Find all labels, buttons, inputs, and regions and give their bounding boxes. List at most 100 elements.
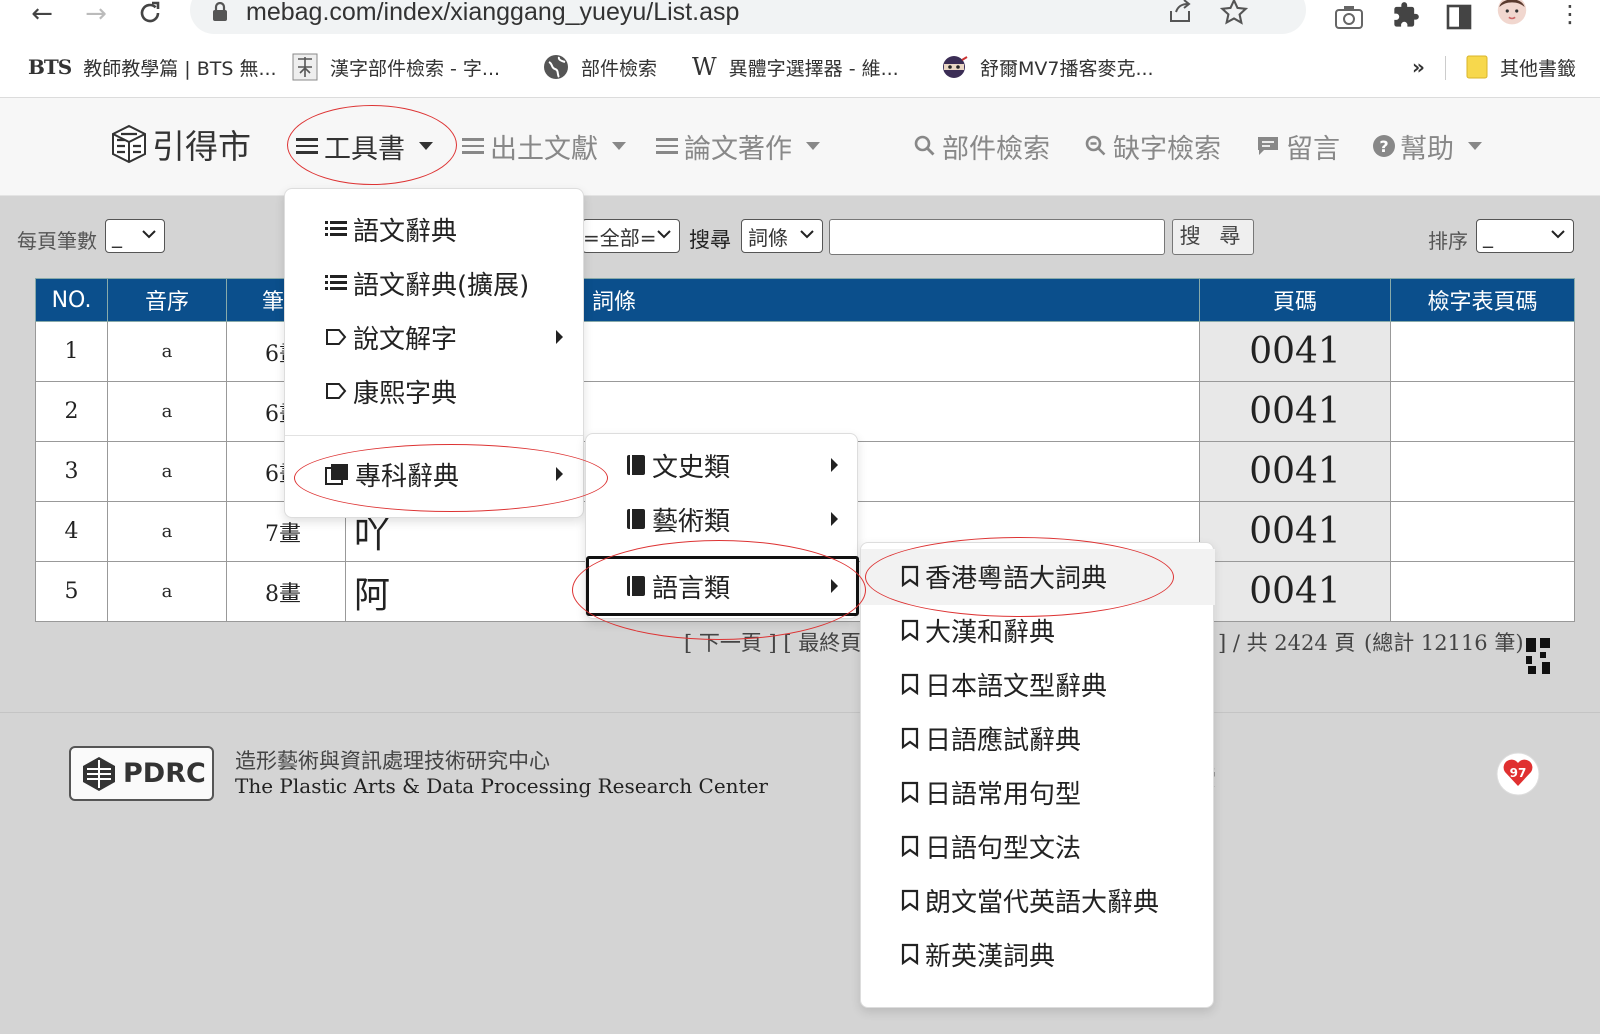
- col-header-index-page[interactable]: 檢字表頁碼: [1390, 278, 1575, 322]
- bts-logo-icon: BTS: [28, 55, 72, 79]
- cell-yinxu: a: [107, 381, 227, 442]
- scope-select[interactable]: =全部=: [582, 219, 680, 253]
- sort-select[interactable]: _: [1476, 219, 1574, 253]
- folder-icon: [1466, 55, 1488, 79]
- menu-item-japanese-common[interactable]: 日語常用句型: [901, 767, 1081, 817]
- book-icon: [627, 455, 645, 475]
- caret-down-icon: [1468, 142, 1482, 150]
- nav-messages[interactable]: 留言: [1256, 126, 1340, 166]
- menu-item-language-dict-ext[interactable]: 語文辭典(擴展): [325, 258, 529, 308]
- nav-papers[interactable]: 論文著作: [656, 126, 820, 166]
- back-button[interactable]: ←: [24, 0, 60, 30]
- sidepanel-icon[interactable]: [1446, 2, 1472, 32]
- menu-item-japanese-exam[interactable]: 日語應試辭典: [901, 713, 1081, 763]
- chrome-menu-button[interactable]: ⋮: [1552, 0, 1588, 30]
- bookmarks-overflow-button[interactable]: »: [1412, 50, 1425, 84]
- bookmark-label: 漢字部件檢索 - 字...: [330, 57, 501, 80]
- nav-help[interactable]: ? 幫助: [1372, 126, 1482, 166]
- menu-item-hk-cantonese-dict[interactable]: 香港粵語大詞典: [901, 551, 1107, 601]
- share-icon[interactable]: [1168, 0, 1194, 24]
- pdrc-logo-text: PDRC: [123, 758, 206, 789]
- bookmark-star-icon[interactable]: [1220, 0, 1248, 26]
- forward-button[interactable]: →: [78, 0, 114, 30]
- svg-text:?: ?: [1379, 137, 1388, 156]
- menu-item-arts[interactable]: 藝術類: [626, 494, 730, 544]
- menu-item-japanese-patterns[interactable]: 日本語文型辭典: [901, 659, 1107, 709]
- col-header-no[interactable]: NO.: [35, 278, 108, 322]
- menu-item-longman[interactable]: 朗文當代英語大辭典: [901, 875, 1159, 925]
- bookmark-wikipedia[interactable]: W 異體字選擇器 - 維...: [692, 50, 899, 84]
- menu-item-label: 大漢和辭典: [925, 617, 1056, 648]
- cell-no: 1: [35, 321, 108, 382]
- bookmark-icon: [901, 781, 919, 803]
- menu-item-label: 日本語文型辭典: [925, 671, 1108, 702]
- nav-excavated-texts[interactable]: 出土文獻: [462, 126, 626, 166]
- per-page-label: 每頁筆數: [17, 229, 97, 253]
- tag-icon: [326, 383, 347, 399]
- site-logo[interactable]: 引得市: [110, 124, 251, 166]
- nav-label: 留言: [1286, 133, 1340, 165]
- per-page-select[interactable]: _: [105, 219, 165, 253]
- col-header-yinxu[interactable]: 音序: [107, 278, 227, 322]
- select-value: 詞條: [748, 225, 788, 250]
- menu-item-label: 日語常用句型: [925, 779, 1082, 810]
- camera-icon[interactable]: [1334, 2, 1364, 32]
- caret-down-icon: [612, 142, 626, 150]
- other-bookmarks-folder[interactable]: 其他書籤: [1466, 50, 1576, 84]
- search-field-select[interactable]: 詞條: [741, 219, 823, 253]
- menu-item-shuowen[interactable]: 說文解字: [325, 312, 457, 362]
- nav-component-search[interactable]: 部件檢索: [914, 126, 1050, 166]
- menu-item-language-dict[interactable]: 語文辭典: [325, 204, 457, 254]
- menu-item-japanese-grammar[interactable]: 日語句型文法: [901, 821, 1081, 871]
- menu-item-label: 專科辭典: [355, 461, 460, 492]
- cell-index-page: [1390, 441, 1575, 502]
- menu-item-specialized-dict[interactable]: 專科辭典: [325, 449, 459, 499]
- menu-item-dai-kanwa[interactable]: 大漢和辭典: [901, 605, 1055, 655]
- bookmark-label: 教師教學篇 | BTS 無...: [83, 57, 277, 80]
- cell-page[interactable]: 0041: [1199, 561, 1391, 622]
- col-header-page[interactable]: 頁碼: [1199, 278, 1391, 322]
- table-row[interactable]: 1 a 6畫 0041: [35, 321, 1575, 382]
- nav-label: 缺字檢索: [1113, 133, 1221, 165]
- lock-icon: [213, 2, 227, 21]
- menu-item-label: 文史類: [652, 452, 731, 483]
- url-text[interactable]: mebag.com/index/xianggang_yueyu/List.asp: [246, 0, 739, 27]
- pager-links[interactable]: [ 下一頁 ] [ 最終頁: [684, 627, 861, 657]
- select-value: =全部=: [583, 225, 657, 250]
- search-plus-icon: [1085, 135, 1106, 156]
- cell-page[interactable]: 0041: [1199, 321, 1391, 382]
- extensions-icon[interactable]: [1392, 0, 1420, 30]
- bookmark-icon: [901, 943, 919, 965]
- pdrc-logo[interactable]: PDRC: [69, 746, 214, 801]
- search-input[interactable]: [829, 219, 1165, 255]
- cell-yinxu: a: [107, 501, 227, 562]
- menu-item-literature-history[interactable]: 文史類: [626, 440, 730, 490]
- menu-icon: [656, 134, 678, 158]
- cell-strokes: 8畫: [226, 561, 346, 622]
- bookmark-icon: [901, 673, 919, 695]
- menu-item-label: 語言類: [652, 573, 731, 604]
- bookmark-mv7[interactable]: 舒爾MV7播客麥克...: [940, 50, 1154, 84]
- reload-button[interactable]: [132, 0, 168, 30]
- profile-avatar-icon[interactable]: [1492, 0, 1532, 26]
- menu-item-new-eng-chn[interactable]: 新英漢詞典: [901, 929, 1055, 979]
- visitor-counter-icon[interactable]: 97: [1496, 752, 1540, 796]
- bookmark-bts[interactable]: BTS 教師教學篇 | BTS 無...: [28, 50, 277, 84]
- sort-label: 排序: [1428, 229, 1468, 253]
- qr-code-icon[interactable]: [1526, 638, 1552, 674]
- nav-tools[interactable]: 工具書: [296, 126, 433, 166]
- nav-missing-char-search[interactable]: 缺字檢索: [1085, 126, 1221, 166]
- bookmark-kanji[interactable]: 漢字部件檢索 - 字...: [292, 50, 500, 84]
- bookmark-component-search[interactable]: 部件檢索: [543, 50, 657, 84]
- menu-item-linguistics[interactable]: 語言類: [626, 561, 730, 611]
- cell-page[interactable]: 0041: [1199, 441, 1391, 502]
- cell-page[interactable]: 0041: [1199, 381, 1391, 442]
- cell-page[interactable]: 0041: [1199, 501, 1391, 562]
- search-label: 搜尋: [689, 228, 731, 252]
- address-bar[interactable]: mebag.com/index/xianggang_yueyu/List.asp: [190, 0, 1306, 34]
- search-button[interactable]: 搜 尋: [1172, 219, 1254, 255]
- menu-item-kangxi[interactable]: 康熙字典: [325, 366, 457, 416]
- menu-item-label: 說文解字: [353, 324, 458, 355]
- bookmark-icon: [901, 835, 919, 857]
- bookmark-icon: [901, 619, 919, 641]
